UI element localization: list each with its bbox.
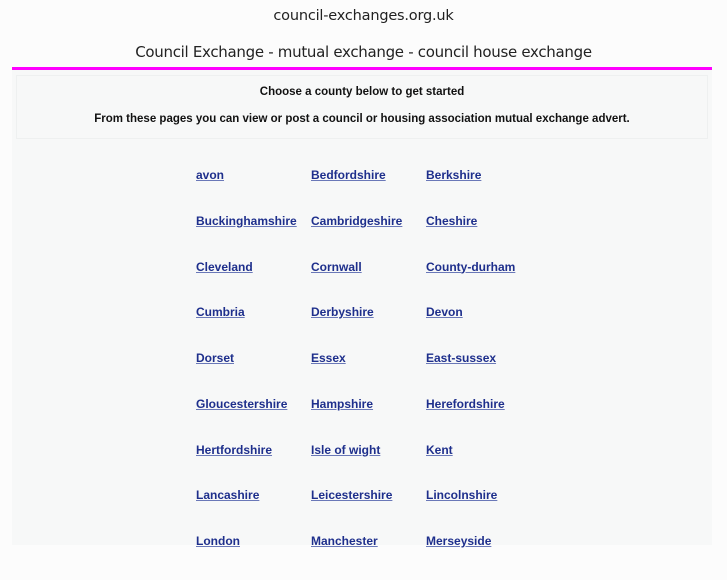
county-link-herefordshire[interactable]: Herefordshire [426,397,541,443]
county-link-lincolnshire[interactable]: Lincolnshire [426,488,541,534]
county-link-cornwall[interactable]: Cornwall [311,260,426,306]
county-link-merseyside[interactable]: Merseyside [426,534,541,580]
county-link-cumbria[interactable]: Cumbria [196,305,311,351]
county-link-dorset[interactable]: Dorset [196,351,311,397]
intro-text: From these pages you can view or post a … [94,113,630,125]
intro-box: Choose a county below to get started Fro… [16,75,708,139]
main-content: Choose a county below to get started Fro… [12,70,712,548]
intro-heading: Choose a county below to get started [259,86,465,98]
county-link-county-durham[interactable]: County-durham [426,260,541,306]
county-list: avon Bedfordshire Berkshire Buckinghamsh… [196,168,541,580]
county-link-lancashire[interactable]: Lancashire [196,488,311,534]
county-link-cleveland[interactable]: Cleveland [196,260,311,306]
county-link-berkshire[interactable]: Berkshire [426,168,541,214]
site-name: council-exchanges.org.uk [273,8,454,24]
county-link-devon[interactable]: Devon [426,305,541,351]
county-link-hertfordshire[interactable]: Hertfordshire [196,443,311,489]
county-link-derbyshire[interactable]: Derbyshire [311,305,426,351]
county-link-essex[interactable]: Essex [311,351,426,397]
county-link-gloucestershire[interactable]: Gloucestershire [196,397,311,443]
county-link-leicestershire[interactable]: Leicestershire [311,488,426,534]
county-link-east-sussex[interactable]: East-sussex [426,351,541,397]
county-link-avon[interactable]: avon [196,168,311,214]
county-link-kent[interactable]: Kent [426,443,541,489]
county-link-bedfordshire[interactable]: Bedfordshire [311,168,426,214]
site-tagline: Council Exchange - mutual exchange - cou… [135,43,592,61]
county-link-cheshire[interactable]: Cheshire [426,214,541,260]
county-link-isle-of-wight[interactable]: Isle of wight [311,443,426,489]
county-link-london[interactable]: London [196,534,311,580]
county-link-manchester[interactable]: Manchester [311,534,426,580]
county-link-buckinghamshire[interactable]: Buckinghamshire [196,214,311,260]
county-link-cambridgeshire[interactable]: Cambridgeshire [311,214,426,260]
county-link-hampshire[interactable]: Hampshire [311,397,426,443]
